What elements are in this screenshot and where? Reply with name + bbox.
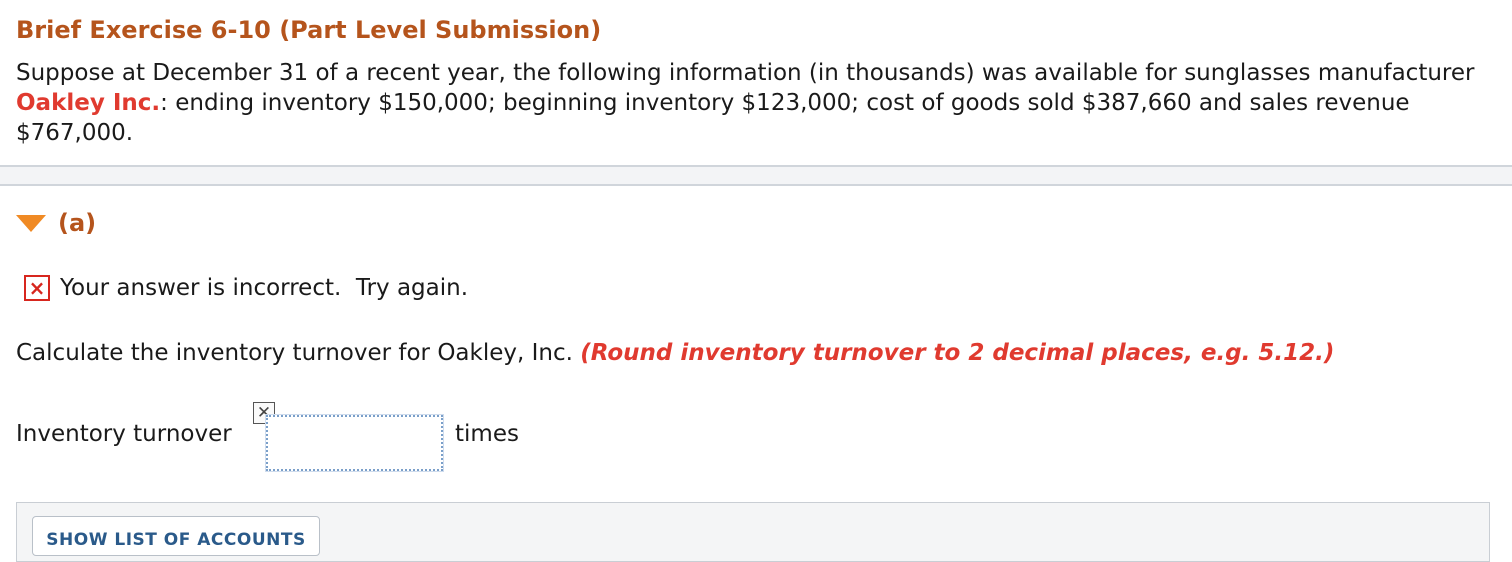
answer-unit: times xyxy=(455,421,519,447)
question-prompt: Calculate the inventory turnover for Oak… xyxy=(16,340,1334,366)
answer-feedback: × Your answer is incorrect. Try again. xyxy=(24,273,468,303)
company-name: Oakley Inc. xyxy=(16,90,161,116)
exercise-intro: Suppose at December 31 of a recent year,… xyxy=(16,58,1496,148)
inventory-turnover-input[interactable] xyxy=(265,414,444,472)
part-label: (a) xyxy=(58,209,97,237)
caret-down-icon xyxy=(16,215,46,232)
rounding-hint: (Round inventory turnover to 2 decimal p… xyxy=(580,340,1335,366)
incorrect-x-icon: × xyxy=(24,275,50,301)
inventory-turnover-label: Inventory turnover xyxy=(16,421,232,447)
feedback-message: Your answer is incorrect. Try again. xyxy=(60,275,469,301)
part-a-toggle[interactable]: (a) xyxy=(16,208,96,238)
show-list-of-accounts-button[interactable]: SHOW LIST OF ACCOUNTS xyxy=(32,516,320,556)
exercise-title: Brief Exercise 6-10 (Part Level Submissi… xyxy=(16,16,602,44)
section-band xyxy=(0,167,1512,184)
section-divider-bottom xyxy=(0,184,1512,186)
question-text: Calculate the inventory turnover for Oak… xyxy=(16,340,581,366)
intro-text-continued: : ending inventory $150,000; beginning i… xyxy=(16,90,1410,146)
intro-text: Suppose at December 31 of a recent year,… xyxy=(16,60,1475,86)
